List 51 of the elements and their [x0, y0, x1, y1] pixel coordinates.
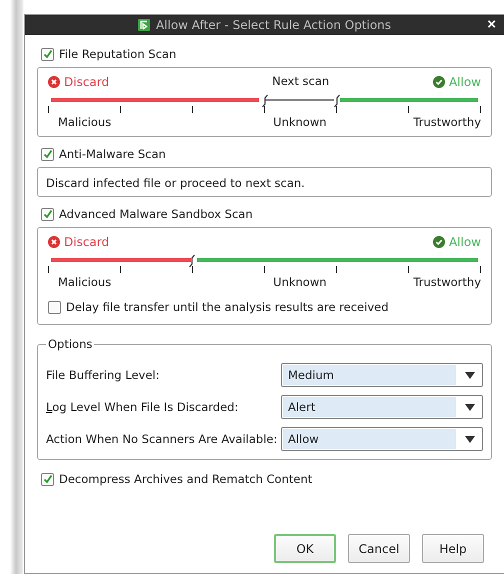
- dialog-button[interactable]: Cancel: [348, 534, 410, 563]
- close-button[interactable]: ×: [485, 17, 498, 33]
- discard-label: Discard: [64, 75, 110, 89]
- dropdown-arrow-icon: [465, 436, 475, 442]
- window-title: Allow After - Select Rule Action Options: [156, 18, 392, 32]
- description-text: Discard infected file or proceed to next scan.: [46, 175, 306, 192]
- checkbox-label: Anti-Malware Scan: [59, 147, 166, 161]
- slider-thumb[interactable]: [260, 94, 268, 108]
- checkbox[interactable]: [41, 472, 54, 486]
- tick-label: Unknown: [273, 115, 327, 129]
- slider-thumb[interactable]: [188, 254, 196, 268]
- allow-label: Allow: [448, 235, 481, 249]
- option-label: File Buffering Level:: [46, 368, 160, 382]
- dropdown[interactable]: Alert: [281, 395, 483, 419]
- check-circle-icon: [432, 76, 445, 88]
- checkbox-label: File Reputation Scan: [59, 47, 176, 61]
- checkmark-icon: [42, 49, 52, 59]
- checkbox[interactable]: [41, 208, 54, 220]
- tick-label: Unknown: [273, 275, 327, 289]
- threshold-slider[interactable]: [48, 92, 481, 108]
- checkbox[interactable]: [41, 48, 54, 60]
- checkmark-icon: [42, 209, 52, 219]
- allow-label: Allow: [448, 75, 481, 89]
- checkmark-icon: [42, 474, 52, 484]
- error-icon: [48, 76, 60, 88]
- slider-thumb[interactable]: [332, 94, 341, 108]
- error-icon: [48, 236, 60, 248]
- dropdown-arrow-icon: [465, 372, 475, 378]
- group-title: Options: [47, 337, 94, 351]
- dropdown-arrow-icon: [465, 404, 475, 410]
- checkbox[interactable]: [48, 300, 61, 314]
- checkmark-icon: [42, 149, 52, 159]
- tick-label: Trustworthy: [413, 115, 481, 129]
- app-icon: [138, 19, 150, 31]
- option-label: Log Level When File Is Discarded:: [46, 400, 238, 414]
- checkbox[interactable]: [41, 148, 54, 160]
- checkbox-label: Advanced Malware Sandbox Scan: [59, 207, 253, 221]
- tick-label: Trustworthy: [413, 275, 481, 289]
- tick-label: Malicious: [58, 115, 112, 129]
- next-scan-label: Next scan: [272, 74, 330, 88]
- dropdown[interactable]: Allow: [281, 427, 483, 451]
- option-label: Action When No Scanners Are Available:: [46, 432, 278, 446]
- dialog-button[interactable]: Help: [422, 534, 484, 563]
- discard-label: Discard: [64, 235, 110, 249]
- check-circle-icon: [432, 236, 445, 248]
- threshold-slider[interactable]: [48, 252, 481, 268]
- dropdown[interactable]: Medium: [281, 363, 483, 387]
- checkbox-label: Delay file transfer until the analysis results are received: [66, 300, 389, 314]
- tick-label: Malicious: [58, 275, 112, 289]
- dialog-button[interactable]: OK: [274, 534, 336, 563]
- checkbox-label: Decompress Archives and Rematch Content: [59, 472, 312, 486]
